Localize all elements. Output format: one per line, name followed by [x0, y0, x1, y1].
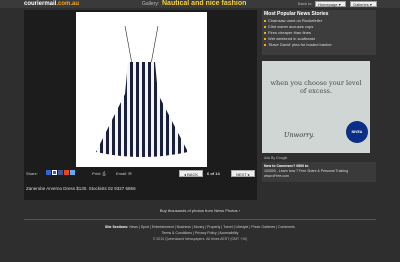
nivea-advert[interactable]: when you choose your level of excess. Un… — [262, 61, 370, 153]
site-sections-links[interactable]: News | Sport | Entertainment | Business … — [129, 225, 295, 229]
back-button[interactable]: ◂ BACK — [179, 170, 203, 177]
popular-news-box: Most Popular News Stories Chainsaw used … — [262, 10, 376, 55]
next-button[interactable]: NEXT ▸ — [231, 170, 255, 177]
popular-news-list: Chainsaw used on Rockefeller Clint owner… — [262, 18, 376, 48]
stumbleupon-icon[interactable] — [64, 170, 69, 175]
facebook-icon[interactable] — [58, 170, 63, 175]
buy-photos-link[interactable]: Buy thousands of photos from News Photos… — [0, 208, 400, 213]
text-ad-url: www.xFree.com — [264, 174, 289, 178]
copyright: © 2010 Queensland Newspapers. All times … — [152, 237, 248, 241]
site-sections: Site Sections: News | Sport | Entertainm… — [0, 225, 400, 230]
email-link[interactable]: Email: ✉ — [116, 171, 132, 176]
dress-image — [96, 25, 188, 157]
share-icons — [46, 170, 75, 175]
photo-caption: Zanerobe Arverno Dress $130. Stockists 0… — [26, 186, 136, 191]
back-to-label: Back to: — [298, 1, 313, 6]
text-ad[interactable]: New to Commsec? 0800 to 100000 - Learn h… — [262, 162, 376, 182]
footer-links[interactable]: Terms & Conditions | Privacy Policy | Ac… — [0, 231, 400, 235]
nivea-logo: NIVEA — [346, 121, 368, 143]
footer-divider — [24, 219, 376, 220]
gallery-photo — [76, 12, 207, 167]
share-toolbar: Share: Print: ⎙ Email: ✉ ◂ BACK 6 of 14 … — [24, 168, 257, 180]
galleries-select[interactable]: Galleries ▾ — [350, 1, 377, 7]
print-link[interactable]: Print: ⎙ — [92, 171, 106, 176]
share-label: Share: — [26, 171, 38, 176]
photo-counter: 6 of 14 — [207, 171, 220, 176]
homepage-select[interactable]: Homepage ▾ — [315, 1, 346, 7]
myspace-icon[interactable] — [70, 170, 75, 175]
site-logo[interactable]: couriermail.com.au — [24, 0, 79, 8]
ad-tagline: when you choose your level of excess. — [270, 79, 362, 95]
delicious-icon[interactable] — [46, 170, 51, 175]
site-sections-label: Site Sections: — [105, 225, 129, 229]
digg-icon[interactable] — [52, 170, 57, 175]
news-item[interactable]: 'Slave David' plea for busted banker — [264, 42, 374, 48]
popular-news-title: Most Popular News Stories — [264, 11, 329, 17]
gallery-label: Gallery: — [142, 1, 160, 7]
gallery-title: Nautical and nice fashion — [162, 0, 247, 7]
ads-by-google[interactable]: Ads By Google — [264, 156, 287, 160]
ad-brand-line: Unworry. — [284, 131, 315, 139]
